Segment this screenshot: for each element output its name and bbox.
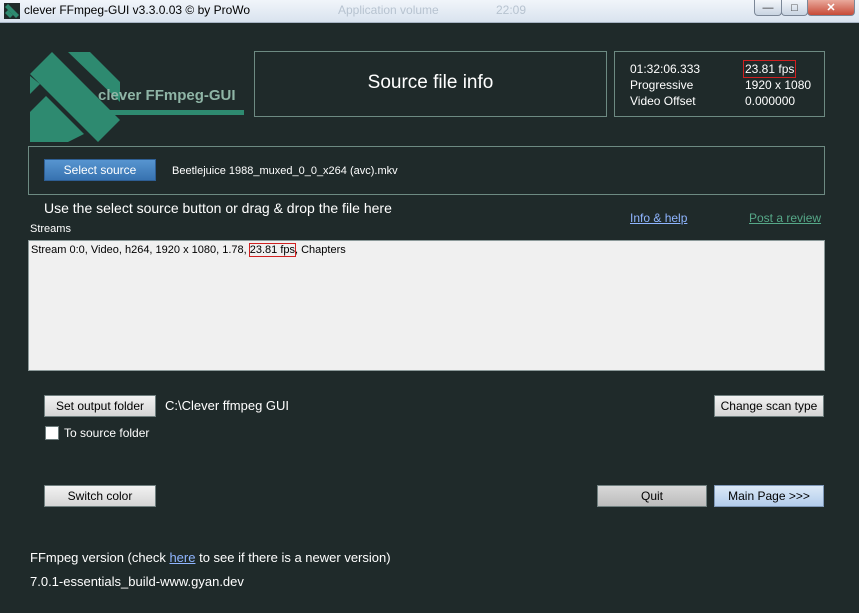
source-panel: Select source Beetlejuice 1988_muxed_0_0… <box>28 146 825 195</box>
info-help-link[interactable]: Info & help <box>630 211 687 225</box>
version-check-link[interactable]: here <box>169 550 195 565</box>
maximize-icon: □ <box>791 1 798 14</box>
background-window-time: 22:09 <box>496 3 527 17</box>
minimize-button[interactable]: — <box>754 0 782 16</box>
minimize-icon: — <box>762 1 774 14</box>
streams-label: Streams <box>30 223 71 235</box>
stream-info-text: Stream 0:0, Video, h264, 1920 x 1080, 1.… <box>31 244 250 256</box>
close-button[interactable]: ✕ <box>807 0 855 16</box>
version-text-start: FFmpeg version (check <box>30 550 170 565</box>
main-page-button[interactable]: Main Page >>> <box>714 485 824 507</box>
version-text-end: to see if there is a newer version) <box>195 550 391 565</box>
video-info-panel: 01:32:06.333 23.81 fps Progressive 1920 … <box>614 51 825 117</box>
video-offset-value: 0.000000 <box>745 94 796 108</box>
title-bar: clever FFmpeg-GUI v3.3.0.03 © by ProWo A… <box>0 0 859 23</box>
switch-color-button[interactable]: Switch color <box>44 485 156 507</box>
source-hint: Use the select source button or drag & d… <box>44 200 392 216</box>
resolution-value: 1920 x 1080 <box>745 78 812 92</box>
background-window-text: Application volume <box>338 3 439 17</box>
logo-text: clever FFmpeg-GUI <box>98 87 236 104</box>
scan-type-value: Progressive <box>630 78 694 92</box>
stream-chapters-text: , Chapters <box>295 244 346 256</box>
to-source-folder-checkbox[interactable] <box>45 426 59 440</box>
stream-item[interactable]: Stream 0:0, Video, h264, 1920 x 1080, 1.… <box>31 243 346 257</box>
post-review-link[interactable]: Post a review <box>749 211 821 225</box>
page-title: Source file info <box>367 72 494 93</box>
set-output-folder-button[interactable]: Set output folder <box>44 395 156 417</box>
fps-value: 23.81 fps <box>742 60 797 78</box>
logo-underline <box>98 110 244 115</box>
streams-list[interactable]: Stream 0:0, Video, h264, 1920 x 1080, 1.… <box>28 240 825 371</box>
video-offset-label: Video Offset <box>630 94 696 108</box>
source-filename: Beetlejuice 1988_muxed_0_0_x264 (avc).mk… <box>172 165 398 177</box>
stream-fps-highlight: 23.81 fps <box>248 243 297 257</box>
output-folder-path: C:\Clever ffmpeg GUI <box>165 398 290 413</box>
header-panel: Source file info <box>254 51 607 117</box>
close-icon: ✕ <box>826 2 836 14</box>
window-title: clever FFmpeg-GUI v3.3.0.03 © by ProWo <box>24 3 251 17</box>
duration-value: 01:32:06.333 <box>630 62 701 76</box>
maximize-button[interactable]: □ <box>781 0 808 16</box>
main-window: clever FFmpeg-GUI Source file info 01:32… <box>2 23 857 611</box>
select-source-button[interactable]: Select source <box>44 159 156 181</box>
quit-button[interactable]: Quit <box>597 485 707 507</box>
ffmpeg-version-line: FFmpeg version (check here to see if the… <box>30 550 391 565</box>
to-source-folder-label: To source folder <box>64 426 150 440</box>
ffmpeg-build-string: 7.0.1-essentials_build-www.gyan.dev <box>30 574 244 589</box>
change-scan-type-button[interactable]: Change scan type <box>714 395 824 417</box>
app-logo-icon <box>4 3 20 19</box>
